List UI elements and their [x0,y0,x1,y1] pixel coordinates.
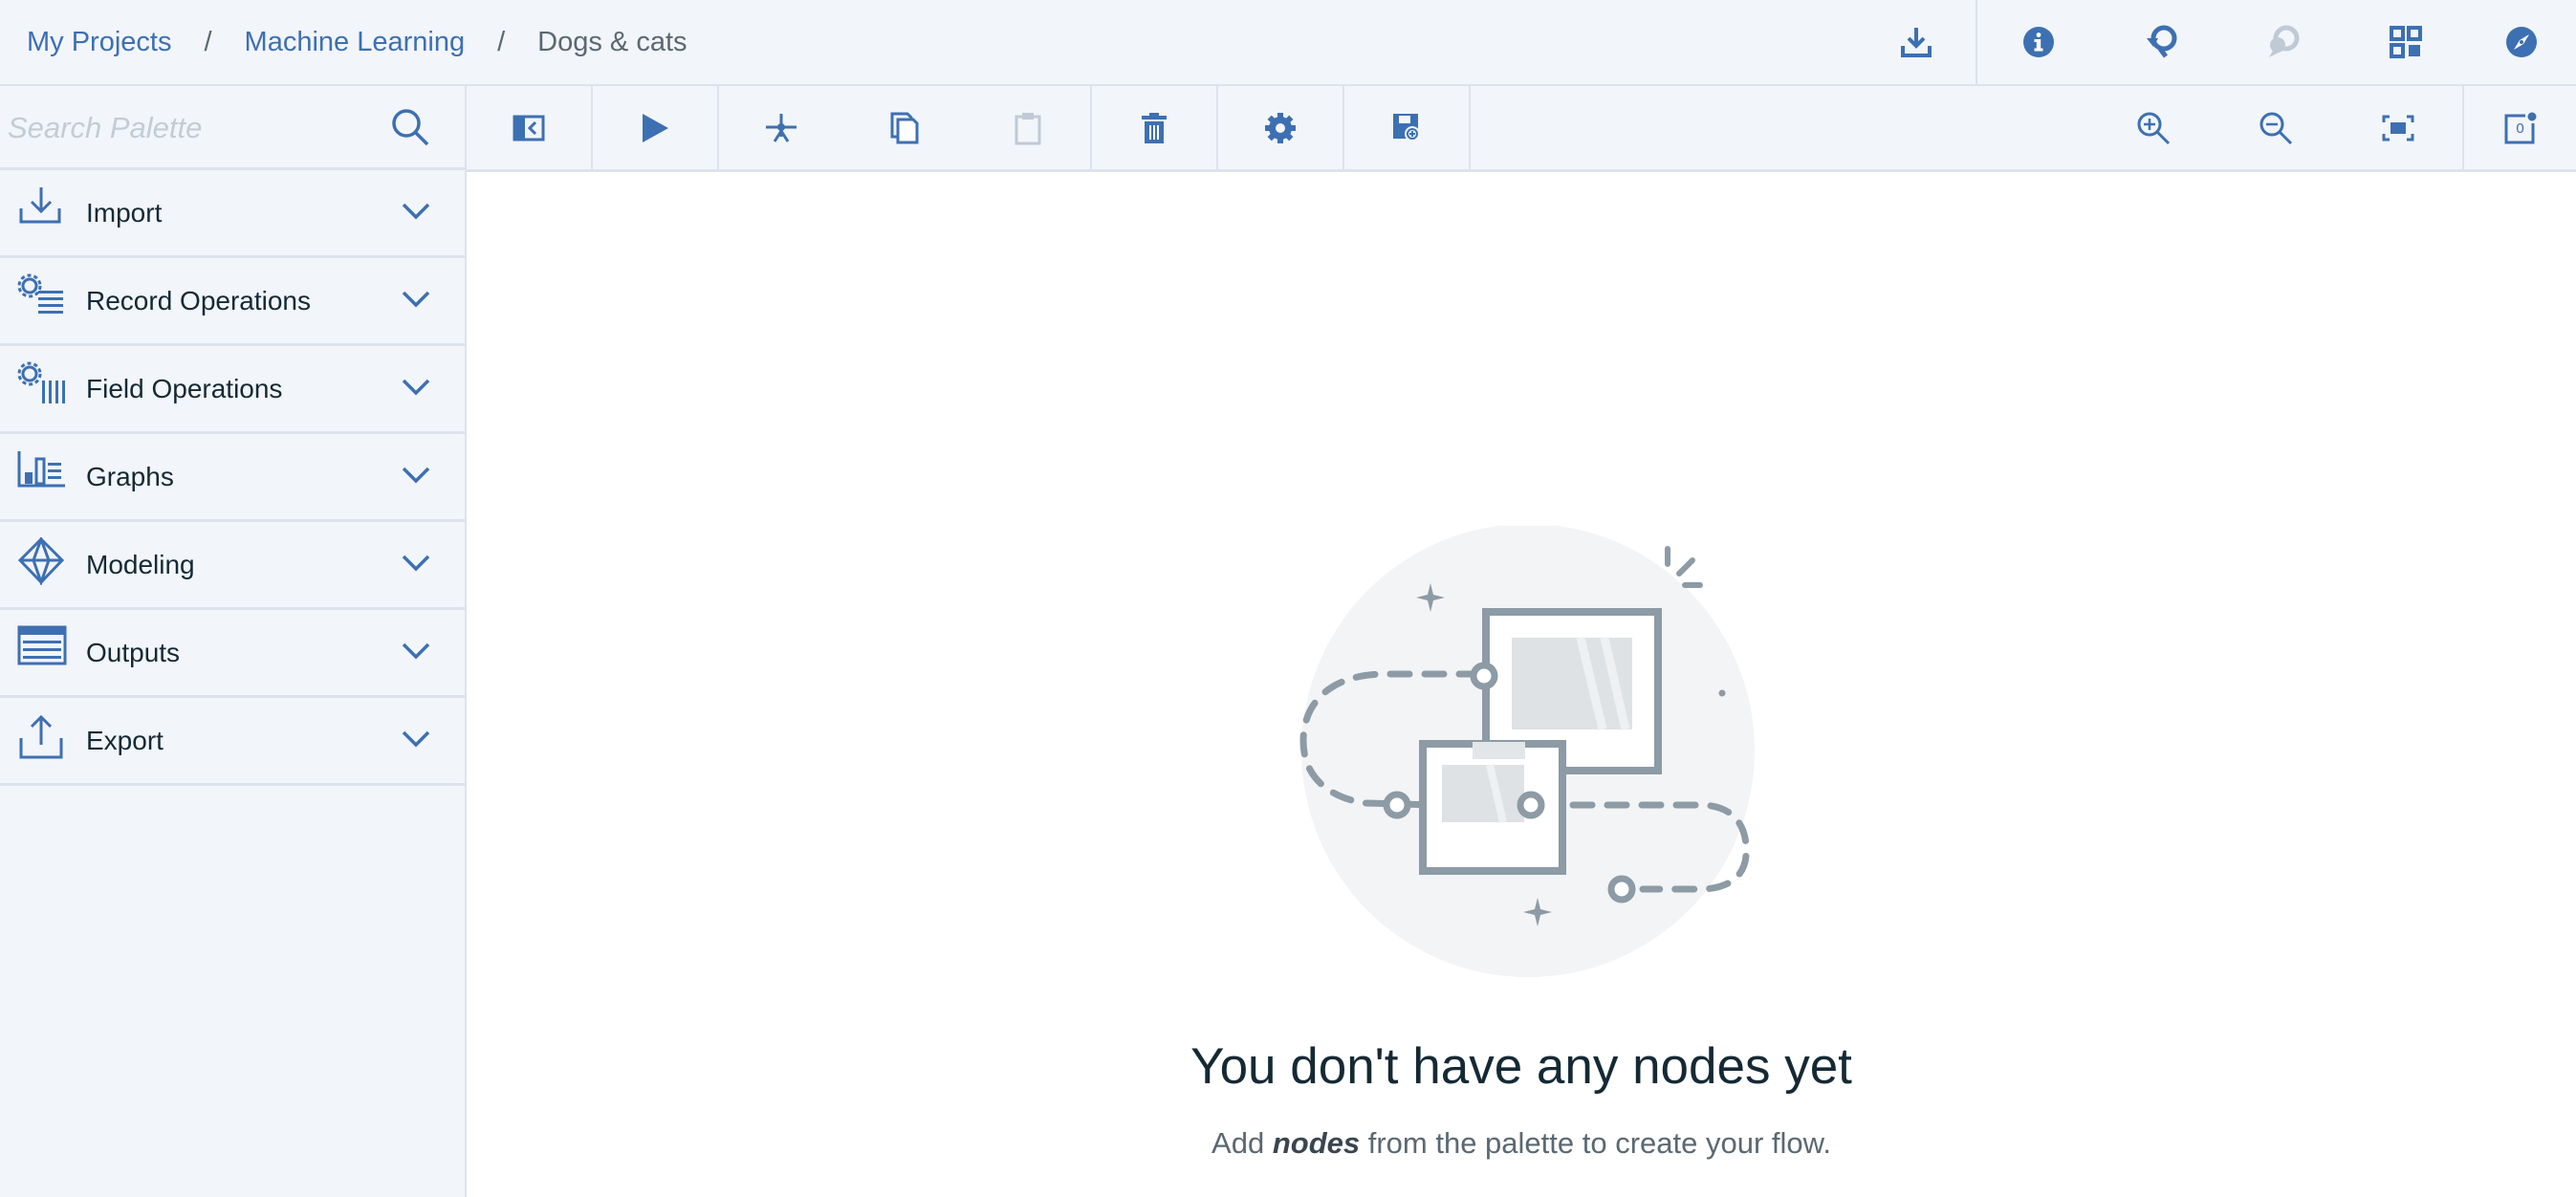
flow-canvas[interactable]: You don't have any nodes yet Add nodes f… [467,172,2576,1197]
run-button[interactable] [593,86,717,169]
settings-button[interactable] [1218,86,1343,169]
palette-category-label: Record Operations [86,286,312,316]
empty-state-subtitle-suffix: from the palette to create your flow. [1360,1126,1831,1160]
graphs-icon [17,449,67,491]
save-button[interactable] [1344,86,1469,169]
info-icon [2022,26,2055,58]
toggle-palette-button[interactable] [467,86,591,169]
empty-state-title: You don't have any nodes yet [1190,1038,1852,1095]
palette-category-label: Field Operations [86,374,283,403]
download-icon [1899,25,1933,59]
palette-category-label: Import [86,198,163,228]
palette-category-label: Graphs [86,462,174,491]
zoom-in-icon [2136,111,2171,145]
chevron-down-icon [402,201,430,222]
save-icon [1392,113,1421,143]
fit-to-screen-button[interactable] [2337,86,2459,169]
compass-button[interactable] [2467,0,2576,84]
fit-to-screen-icon [2382,115,2414,141]
palette-category-graphs[interactable]: Graphs [0,434,465,522]
notifications-button[interactable]: 0 [2464,86,2576,169]
import-icon [17,185,65,228]
empty-state-emphasis: nodes [1272,1126,1361,1160]
breadcrumb-current: Dogs & cats [537,26,688,57]
palette-categories: Import Record Operations Field Operation… [0,170,465,786]
paste-button[interactable] [966,86,1090,169]
palette-category-label: Outputs [86,638,181,667]
zoom-in-button[interactable] [2092,86,2215,169]
palette-category-modeling[interactable]: Modeling [0,522,465,610]
download-button[interactable] [1855,0,1977,84]
field-operations-icon [17,361,67,405]
search-palette-input[interactable] [6,99,373,157]
grid-layout-icon [2390,26,2422,58]
palette-sidebar: Import Record Operations Field Operation… [0,86,467,1197]
outputs-icon [17,625,67,667]
notifications-count: 0 [2516,120,2524,137]
run-icon [641,113,669,143]
palette-category-record-operations[interactable]: Record Operations [0,258,465,346]
comments-icon [2265,24,2302,60]
chevron-down-icon [402,729,430,750]
chevron-down-icon [402,377,430,398]
comments-button[interactable] [2222,0,2345,84]
zoom-out-button[interactable] [2215,86,2337,169]
breadcrumb-machine-learning[interactable]: Machine Learning [245,27,466,58]
settings-icon [1263,111,1298,145]
empty-state-subtitle-prefix: Add [1212,1126,1273,1160]
breadcrumb-my-projects[interactable]: My Projects [27,27,171,58]
delete-icon [1141,112,1168,144]
history-button[interactable] [2100,0,2222,84]
record-operations-icon [17,273,67,317]
export-icon [17,713,65,761]
info-button[interactable] [1977,0,2100,84]
delete-button[interactable] [1092,86,1216,169]
compass-icon [2505,26,2538,58]
toggle-palette-icon [513,115,545,141]
empty-state-subtitle: Add nodes from the palette to create you… [467,1126,2576,1161]
modeling-icon [17,537,65,585]
empty-flow-illustration [1279,526,1796,985]
palette-category-export[interactable]: Export [0,698,465,786]
search-icon[interactable] [390,107,430,147]
copy-button[interactable] [843,86,966,169]
toolbar-divider [1469,86,1471,169]
history-icon [2143,24,2179,60]
chevron-down-icon [402,465,430,486]
breadcrumb-separator: / [497,26,506,57]
cut-button[interactable] [719,86,843,169]
chevron-down-icon [402,289,430,310]
canvas-toolbar: 0 [467,86,2576,172]
copy-icon [890,112,919,144]
palette-search [0,86,465,170]
palette-category-import[interactable]: Import [0,170,465,258]
breadcrumb-separator: / [204,26,212,57]
palette-category-label: Modeling [86,550,195,579]
notifications-icon: 0 [2504,112,2537,144]
palette-category-outputs[interactable]: Outputs [0,610,465,698]
chevron-down-icon [402,553,430,574]
grid-layout-button[interactable] [2345,0,2467,84]
cut-icon [764,112,798,144]
palette-category-label: Export [86,726,164,755]
zoom-out-icon [2259,111,2293,145]
chevron-down-icon [402,641,430,662]
palette-category-field-operations[interactable]: Field Operations [0,346,465,434]
top-header: My Projects / Machine Learning / Dogs & … [0,0,2576,86]
breadcrumb: My Projects / Machine Learning / Dogs & … [27,0,688,84]
paste-icon [1015,111,1041,145]
